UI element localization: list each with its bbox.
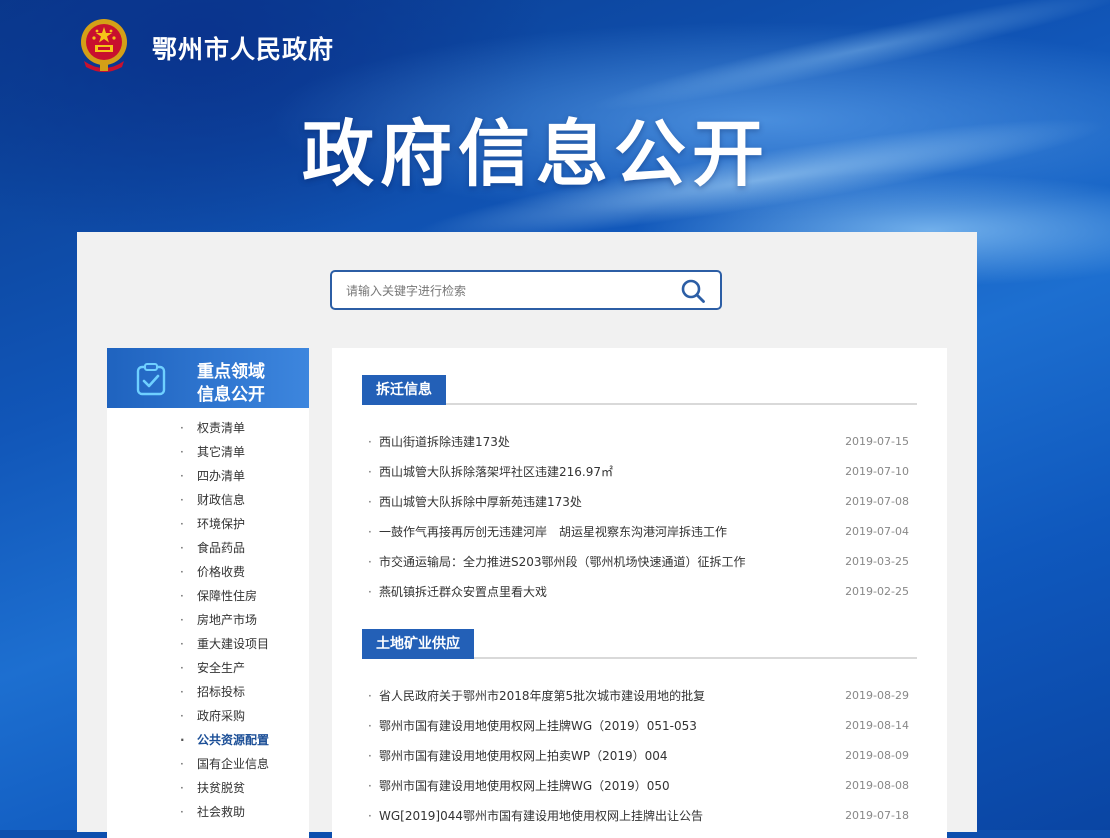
news-date: 2019-08-14 <box>845 719 909 732</box>
section-title[interactable]: 拆迁信息 <box>362 375 446 405</box>
bullet: · <box>368 585 372 599</box>
clipboard-check-icon <box>136 363 166 396</box>
sidebar-item-fupin[interactable]: 扶贫脱贫 <box>107 776 309 800</box>
news-title[interactable]: 省人民政府关于鄂州市2018年度第5批次城市建设用地的批复 <box>379 681 705 711</box>
news-title[interactable]: 燕矶镇拆迁群众安置点里看大戏 <box>379 577 547 607</box>
news-date: 2019-07-15 <box>845 435 909 448</box>
news-item[interactable]: · 燕矶镇拆迁群众安置点里看大戏 2019-02-25 <box>362 577 917 607</box>
main-panel: 重点领域 信息公开 权责清单 其它清单 四办清单 财政信息 环境保护 食品药品 … <box>77 232 977 838</box>
news-date: 2019-08-29 <box>845 689 909 702</box>
sidebar-item-siban[interactable]: 四办清单 <box>107 464 309 488</box>
news-title[interactable]: 市交通运输局：全力推进S203鄂州段（鄂州机场快速通道）征拆工作 <box>379 547 746 577</box>
news-item[interactable]: · 西山街道拆除违建173处 2019-07-15 <box>362 427 917 457</box>
sidebar-heading-line2: 信息公开 <box>197 385 265 405</box>
news-title[interactable]: 西山城管大队拆除落架坪社区违建216.97㎡ <box>379 457 613 487</box>
news-item[interactable]: · 鄂州市国有建设用地使用权网上挂牌WG（2019）050 2019-08-08 <box>362 771 917 801</box>
news-item[interactable]: · 市交通运输局：全力推进S203鄂州段（鄂州机场快速通道）征拆工作 2019-03… <box>362 547 917 577</box>
news-item[interactable]: · 西山城管大队拆除落架坪社区违建216.97㎡ 2019-07-10 <box>362 457 917 487</box>
news-title[interactable]: 一鼓作气再接再厉创无违建河岸 胡运星视察东沟港河岸拆违工作 <box>379 517 727 547</box>
news-date: 2019-03-25 <box>845 555 909 568</box>
sidebar-item-quanze[interactable]: 权责清单 <box>107 416 309 440</box>
bullet: · <box>368 525 372 539</box>
content-area: 拆迁信息 · 西山街道拆除违建173处 2019-07-15 · 西山城管大队拆除落架… <box>332 348 947 838</box>
site-name[interactable]: 鄂州市人民政府 <box>152 30 334 66</box>
news-date: 2019-07-08 <box>845 495 909 508</box>
news-title[interactable]: 鄂州市国有建设用地使用权网上挂牌WG（2019）050 <box>379 771 670 801</box>
news-item[interactable]: · 西山城管大队拆除中厚新苑违建173处 2019-07-08 <box>362 487 917 517</box>
news-title[interactable]: 西山城管大队拆除中厚新苑违建173处 <box>379 487 582 517</box>
sidebar-item-caizheng[interactable]: 财政信息 <box>107 488 309 512</box>
page-title: 政府信息公开 <box>302 112 771 196</box>
sidebar-item-fangdichan[interactable]: 房地产市场 <box>107 608 309 632</box>
bullet: · <box>368 555 372 569</box>
sidebar-item-huanjing[interactable]: 环境保护 <box>107 512 309 536</box>
sidebar-heading: 重点领域 信息公开 <box>107 348 309 408</box>
bullet: · <box>368 809 372 823</box>
news-title[interactable]: 鄂州市国有建设用地使用权网上拍卖WP（2019）004 <box>379 741 668 771</box>
news-item[interactable]: · 鄂州市国有建设用地使用权网上挂牌WG（2019）051-053 2019-08-… <box>362 711 917 741</box>
news-item[interactable]: · 省人民政府关于鄂州市2018年度第5批次城市建设用地的批复 2019-08-29 <box>362 681 917 711</box>
sidebar-item-anquan[interactable]: 安全生产 <box>107 656 309 680</box>
news-date: 2019-07-04 <box>845 525 909 538</box>
sidebar-item-gonggong[interactable]: 公共资源配置 <box>107 728 309 752</box>
bullet: · <box>368 779 372 793</box>
news-title[interactable]: 鄂州市国有建设用地使用权网上挂牌WG（2019）051-053 <box>379 711 697 741</box>
news-item[interactable]: · 一鼓作气再接再厉创无违建河岸 胡运星视察东沟港河岸拆违工作 2019-07-04 <box>362 517 917 547</box>
news-date: 2019-08-08 <box>845 779 909 792</box>
search-icon[interactable] <box>680 278 706 304</box>
sidebar: 重点领域 信息公开 权责清单 其它清单 四办清单 财政信息 环境保护 食品药品 … <box>107 348 309 838</box>
news-date: 2019-07-10 <box>845 465 909 478</box>
sidebar-item-caigou[interactable]: 政府采购 <box>107 704 309 728</box>
news-item[interactable]: · WG[2019]044鄂州市国有建设用地使用权网上挂牌出让公告 2019-07-… <box>362 801 917 831</box>
sidebar-item-jiage[interactable]: 价格收费 <box>107 560 309 584</box>
bullet: · <box>368 495 372 509</box>
section-demolition: 拆迁信息 · 西山街道拆除违建173处 2019-07-15 · 西山城管大队拆除落架… <box>362 373 917 607</box>
sidebar-item-zhaobiao[interactable]: 招标投标 <box>107 680 309 704</box>
bullet: · <box>368 435 372 449</box>
sidebar-item-qita[interactable]: 其它清单 <box>107 440 309 464</box>
news-list: · 西山街道拆除违建173处 2019-07-15 · 西山城管大队拆除落架坪社区违建… <box>362 427 917 607</box>
sidebar-item-jiuzhu[interactable]: 社会救助 <box>107 800 309 824</box>
search-bar <box>330 270 722 310</box>
bullet: · <box>368 689 372 703</box>
news-date: 2019-08-09 <box>845 749 909 762</box>
sidebar-heading-line1: 重点领域 <box>197 362 265 382</box>
search-input[interactable] <box>344 280 668 302</box>
sidebar-item-baozhang[interactable]: 保障性住房 <box>107 584 309 608</box>
news-title[interactable]: WG[2019]044鄂州市国有建设用地使用权网上挂牌出让公告 <box>379 801 703 831</box>
news-date: 2019-07-18 <box>845 809 909 822</box>
section-header: 拆迁信息 <box>362 373 917 405</box>
sidebar-item-guoqi[interactable]: 国有企业信息 <box>107 752 309 776</box>
section-header: 土地矿业供应 <box>362 627 917 659</box>
section-land-supply: 土地矿业供应 · 省人民政府关于鄂州市2018年度第5批次城市建设用地的批复 201… <box>362 627 917 831</box>
bullet: · <box>368 719 372 733</box>
sidebar-list: 权责清单 其它清单 四办清单 财政信息 环境保护 食品药品 价格收费 保障性住房… <box>107 408 309 824</box>
national-emblem-icon[interactable] <box>78 17 130 73</box>
section-title[interactable]: 土地矿业供应 <box>362 629 474 659</box>
sidebar-item-shipin[interactable]: 食品药品 <box>107 536 309 560</box>
sidebar-item-zhongda[interactable]: 重大建设项目 <box>107 632 309 656</box>
news-item[interactable]: · 鄂州市国有建设用地使用权网上拍卖WP（2019）004 2019-08-09 <box>362 741 917 771</box>
bullet: · <box>368 465 372 479</box>
news-title[interactable]: 西山街道拆除违建173处 <box>379 427 510 457</box>
news-list: · 省人民政府关于鄂州市2018年度第5批次城市建设用地的批复 2019-08-29… <box>362 681 917 831</box>
news-date: 2019-02-25 <box>845 585 909 598</box>
bullet: · <box>368 749 372 763</box>
